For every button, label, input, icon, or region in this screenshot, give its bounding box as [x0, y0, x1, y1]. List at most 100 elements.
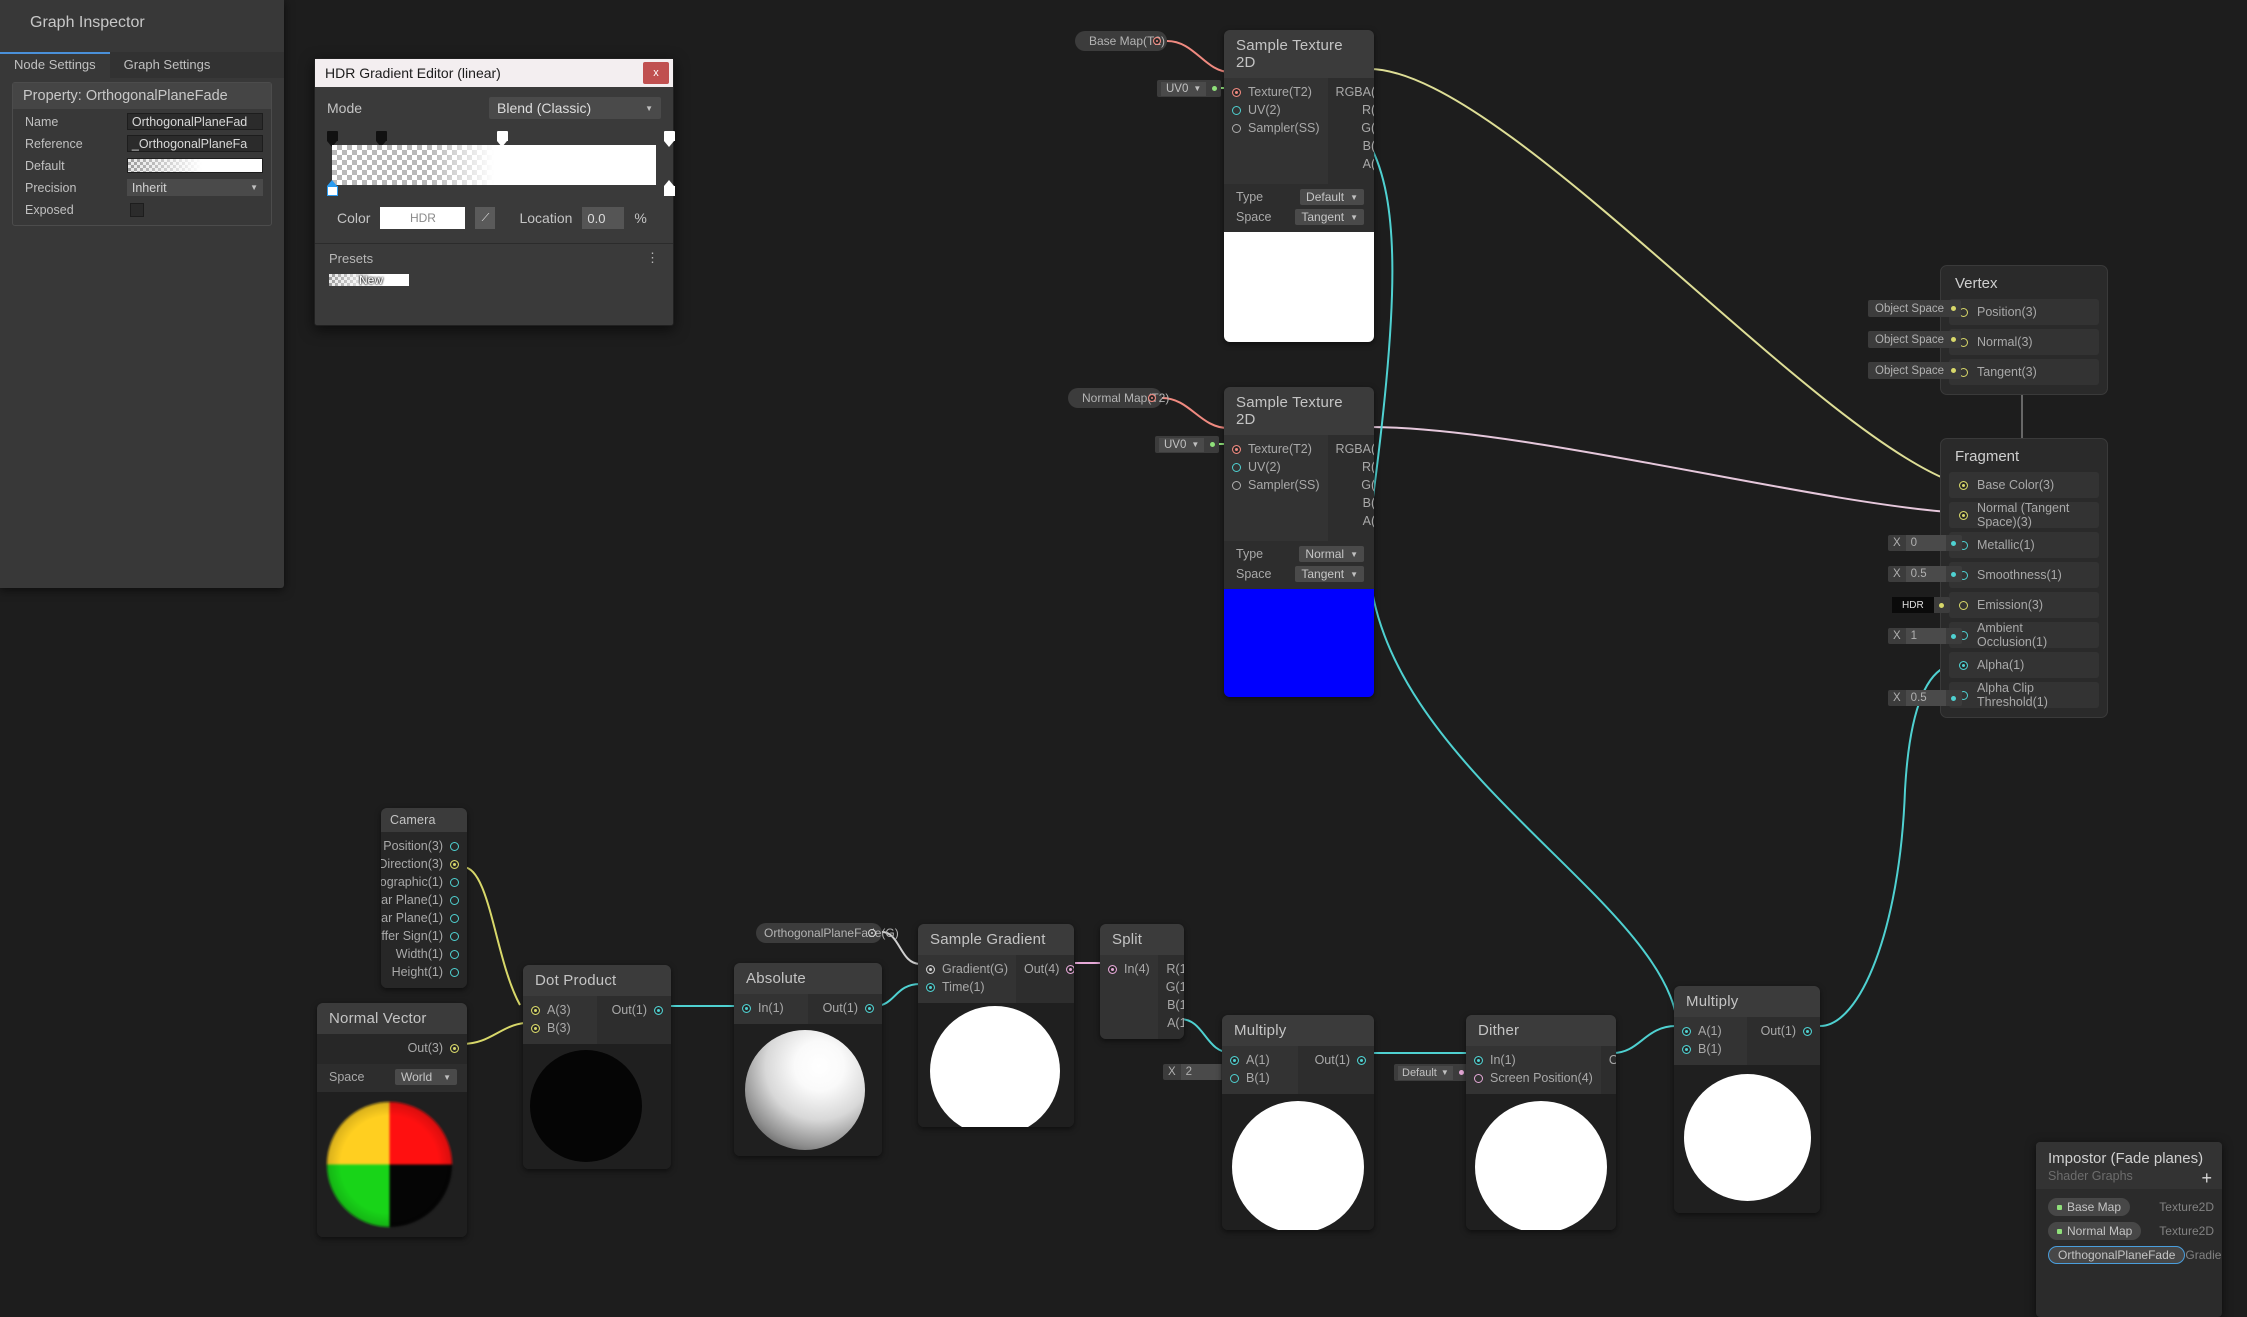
port-out[interactable]: Out(1)	[1601, 1051, 1616, 1069]
node-camera[interactable]: Camera Position(3) Direction(3) Orthogra…	[381, 808, 467, 988]
port-in[interactable]: In(1)	[1466, 1051, 1601, 1069]
space-dropdown[interactable]: World ▼	[395, 1069, 457, 1085]
blackboard-pill-base-map[interactable]: Base Map	[2048, 1198, 2131, 1216]
property-node-normal-map[interactable]: Normal Map(T2)	[1068, 388, 1169, 408]
node-dot-product[interactable]: Dot Product A(3) B(3) Out(1)	[523, 965, 671, 1169]
screen-position-dropdown[interactable]: Default ▼	[1398, 1065, 1453, 1080]
space-dropdown[interactable]: Tangent ▼	[1295, 209, 1364, 225]
blackboard-row-normal-map[interactable]: Normal Map Texture2D	[2036, 1219, 2222, 1243]
mode-dropdown[interactable]: Blend (Classic) ▼	[489, 97, 661, 119]
tab-graph-settings[interactable]: Graph Settings	[110, 52, 225, 78]
vertex-tangent-space-widget[interactable]: Object Space	[1868, 362, 1962, 379]
uv-channel-dropdown[interactable]: UV0 ▼	[1161, 81, 1207, 96]
fragment-row-alpha-clip[interactable]: Alpha Clip Threshold(1)	[1949, 681, 2099, 709]
port-a[interactable]: A(3)	[523, 1001, 597, 1019]
vertex-row-normal[interactable]: Normal(3)	[1949, 329, 2099, 355]
uv-channel-dropdown[interactable]: UV0 ▼	[1159, 437, 1205, 452]
node-preview[interactable]	[1222, 1094, 1374, 1230]
port-b[interactable]: B(1)	[1222, 1069, 1298, 1087]
emission-hdr-swatch[interactable]: HDR	[1892, 597, 1934, 613]
node-sample-texture-2d-normal[interactable]: Sample Texture 2D Texture(T2) UV(2) Samp…	[1224, 387, 1374, 697]
port-out[interactable]: Out(3)	[317, 1039, 467, 1057]
port-g[interactable]: G(1)	[1158, 978, 1184, 996]
dither-screenposition-widget[interactable]: Default ▼	[1394, 1064, 1468, 1081]
port-dot[interactable]	[1959, 510, 1968, 520]
fragment-row-base-color[interactable]: Base Color(3)	[1949, 472, 2099, 498]
port-sampler[interactable]: Sampler(SS)	[1224, 476, 1328, 494]
property-node-base-map[interactable]: Base Map(T2)	[1075, 31, 1167, 51]
location-input[interactable]: 0.0	[582, 207, 625, 229]
color-swatch-hdr[interactable]: HDR	[380, 207, 466, 229]
blackboard-pill-orthogonal-plane-fade[interactable]: OrthogonalPlaneFade	[2048, 1246, 2186, 1264]
port-b[interactable]: B(3)	[523, 1019, 597, 1037]
hdr-gradient-editor-window[interactable]: HDR Gradient Editor (linear) x Mode Blen…	[314, 58, 675, 326]
port-in[interactable]: In(4)	[1100, 960, 1158, 978]
port-width[interactable]: Width(1)	[381, 945, 467, 963]
port-z-buffer-sign[interactable]: Z Buffer Sign(1)	[381, 927, 467, 945]
eyedropper-icon[interactable]: ⟋	[475, 207, 496, 229]
alpha-clip-threshold-value-widget[interactable]: X 0.5	[1888, 690, 1962, 706]
port-a[interactable]: A(1)	[1674, 1022, 1747, 1040]
fragment-row-emission[interactable]: Emission(3)	[1949, 592, 2099, 618]
fragment-row-normal[interactable]: Normal (Tangent Space)(3)	[1949, 501, 2099, 529]
vertex-normal-space-widget[interactable]: Object Space	[1868, 331, 1962, 348]
tab-node-settings[interactable]: Node Settings	[0, 52, 110, 78]
port-a[interactable]: A(1)	[1328, 155, 1374, 173]
port-b[interactable]: B(1)	[1328, 494, 1374, 512]
node-preview[interactable]	[1224, 232, 1374, 342]
gradient-editor-titlebar[interactable]: HDR Gradient Editor (linear) x	[315, 59, 673, 87]
gradient-preview-strip[interactable]	[332, 145, 656, 185]
name-field[interactable]: OrthogonalPlaneFad	[126, 113, 263, 130]
port-r[interactable]: R(1)	[1328, 101, 1374, 119]
port-time[interactable]: Time(1)	[918, 978, 1016, 996]
output-port[interactable]	[1153, 37, 1161, 45]
port-g[interactable]: G(1)	[1328, 119, 1374, 137]
color-key-0-selected[interactable]	[327, 180, 338, 196]
node-vertex-stack[interactable]: Vertex Position(3) Normal(3) Tangent(3)	[1940, 265, 2108, 395]
port-height[interactable]: Height(1)	[381, 963, 467, 981]
port-near-plane[interactable]: Near Plane(1)	[381, 891, 467, 909]
node-sample-gradient[interactable]: Sample Gradient Gradient(G) Time(1) Out(…	[918, 924, 1074, 1127]
metallic-input[interactable]: 0	[1905, 535, 1946, 551]
port-out[interactable]: Out(1)	[597, 1001, 671, 1019]
output-port[interactable]	[1148, 394, 1156, 402]
node-fragment-stack[interactable]: Fragment Base Color(3) Normal (Tangent S…	[1940, 438, 2108, 718]
type-dropdown[interactable]: Default ▼	[1300, 189, 1364, 205]
port-a[interactable]: A(1)	[1158, 1014, 1184, 1032]
node-preview[interactable]	[1466, 1094, 1616, 1230]
vertex-row-tangent[interactable]: Tangent(3)	[1949, 359, 2099, 385]
metallic-value-widget[interactable]: X 0	[1888, 535, 1962, 551]
space-dropdown[interactable]: Tangent ▼	[1295, 566, 1364, 582]
gradient-strip-area[interactable]	[327, 131, 675, 196]
precision-dropdown[interactable]: Inherit ▼	[126, 179, 263, 196]
alpha-clip-input[interactable]: 0.5	[1905, 690, 1946, 706]
port-orthographic[interactable]: Orthographic(1)	[381, 873, 467, 891]
multiply1-b-input[interactable]: 2	[1180, 1064, 1221, 1080]
smoothness-value-widget[interactable]: X 0.5	[1888, 566, 1962, 582]
port-texture[interactable]: Texture(T2)	[1224, 440, 1328, 458]
presets-menu-icon[interactable]: ⋮	[646, 250, 659, 266]
default-gradient-swatch[interactable]	[126, 158, 263, 173]
port-r[interactable]: R(1)	[1328, 458, 1374, 476]
alpha-key-2[interactable]	[497, 131, 508, 147]
ambient-occlusion-value-widget[interactable]: X 1	[1888, 628, 1962, 644]
node-absolute[interactable]: Absolute In(1) Out(1)	[734, 963, 882, 1156]
port-rgba[interactable]: RGBA(4)	[1328, 440, 1374, 458]
node-preview[interactable]	[734, 1024, 882, 1156]
vertex-position-space-widget[interactable]: Object Space	[1868, 300, 1962, 317]
port-dot[interactable]	[1959, 660, 1968, 670]
port-screen-position[interactable]: Screen Position(4)	[1466, 1069, 1601, 1087]
port-direction[interactable]: Direction(3)	[381, 855, 467, 873]
port-dot[interactable]	[1959, 600, 1968, 610]
port-in[interactable]: In(1)	[734, 999, 808, 1017]
output-port[interactable]	[868, 929, 876, 937]
port-b[interactable]: B(1)	[1158, 996, 1184, 1014]
port-uv[interactable]: UV(2)	[1224, 458, 1328, 476]
color-key-1[interactable]	[664, 180, 675, 196]
close-icon[interactable]: x	[643, 62, 669, 84]
node-preview[interactable]	[1224, 589, 1374, 697]
smoothness-input[interactable]: 0.5	[1905, 566, 1946, 582]
port-rgba[interactable]: RGBA(4)	[1328, 83, 1374, 101]
alpha-key-1[interactable]	[376, 131, 387, 147]
node-sample-texture-2d-base[interactable]: Sample Texture 2D Texture(T2) UV(2) Samp…	[1224, 30, 1374, 342]
